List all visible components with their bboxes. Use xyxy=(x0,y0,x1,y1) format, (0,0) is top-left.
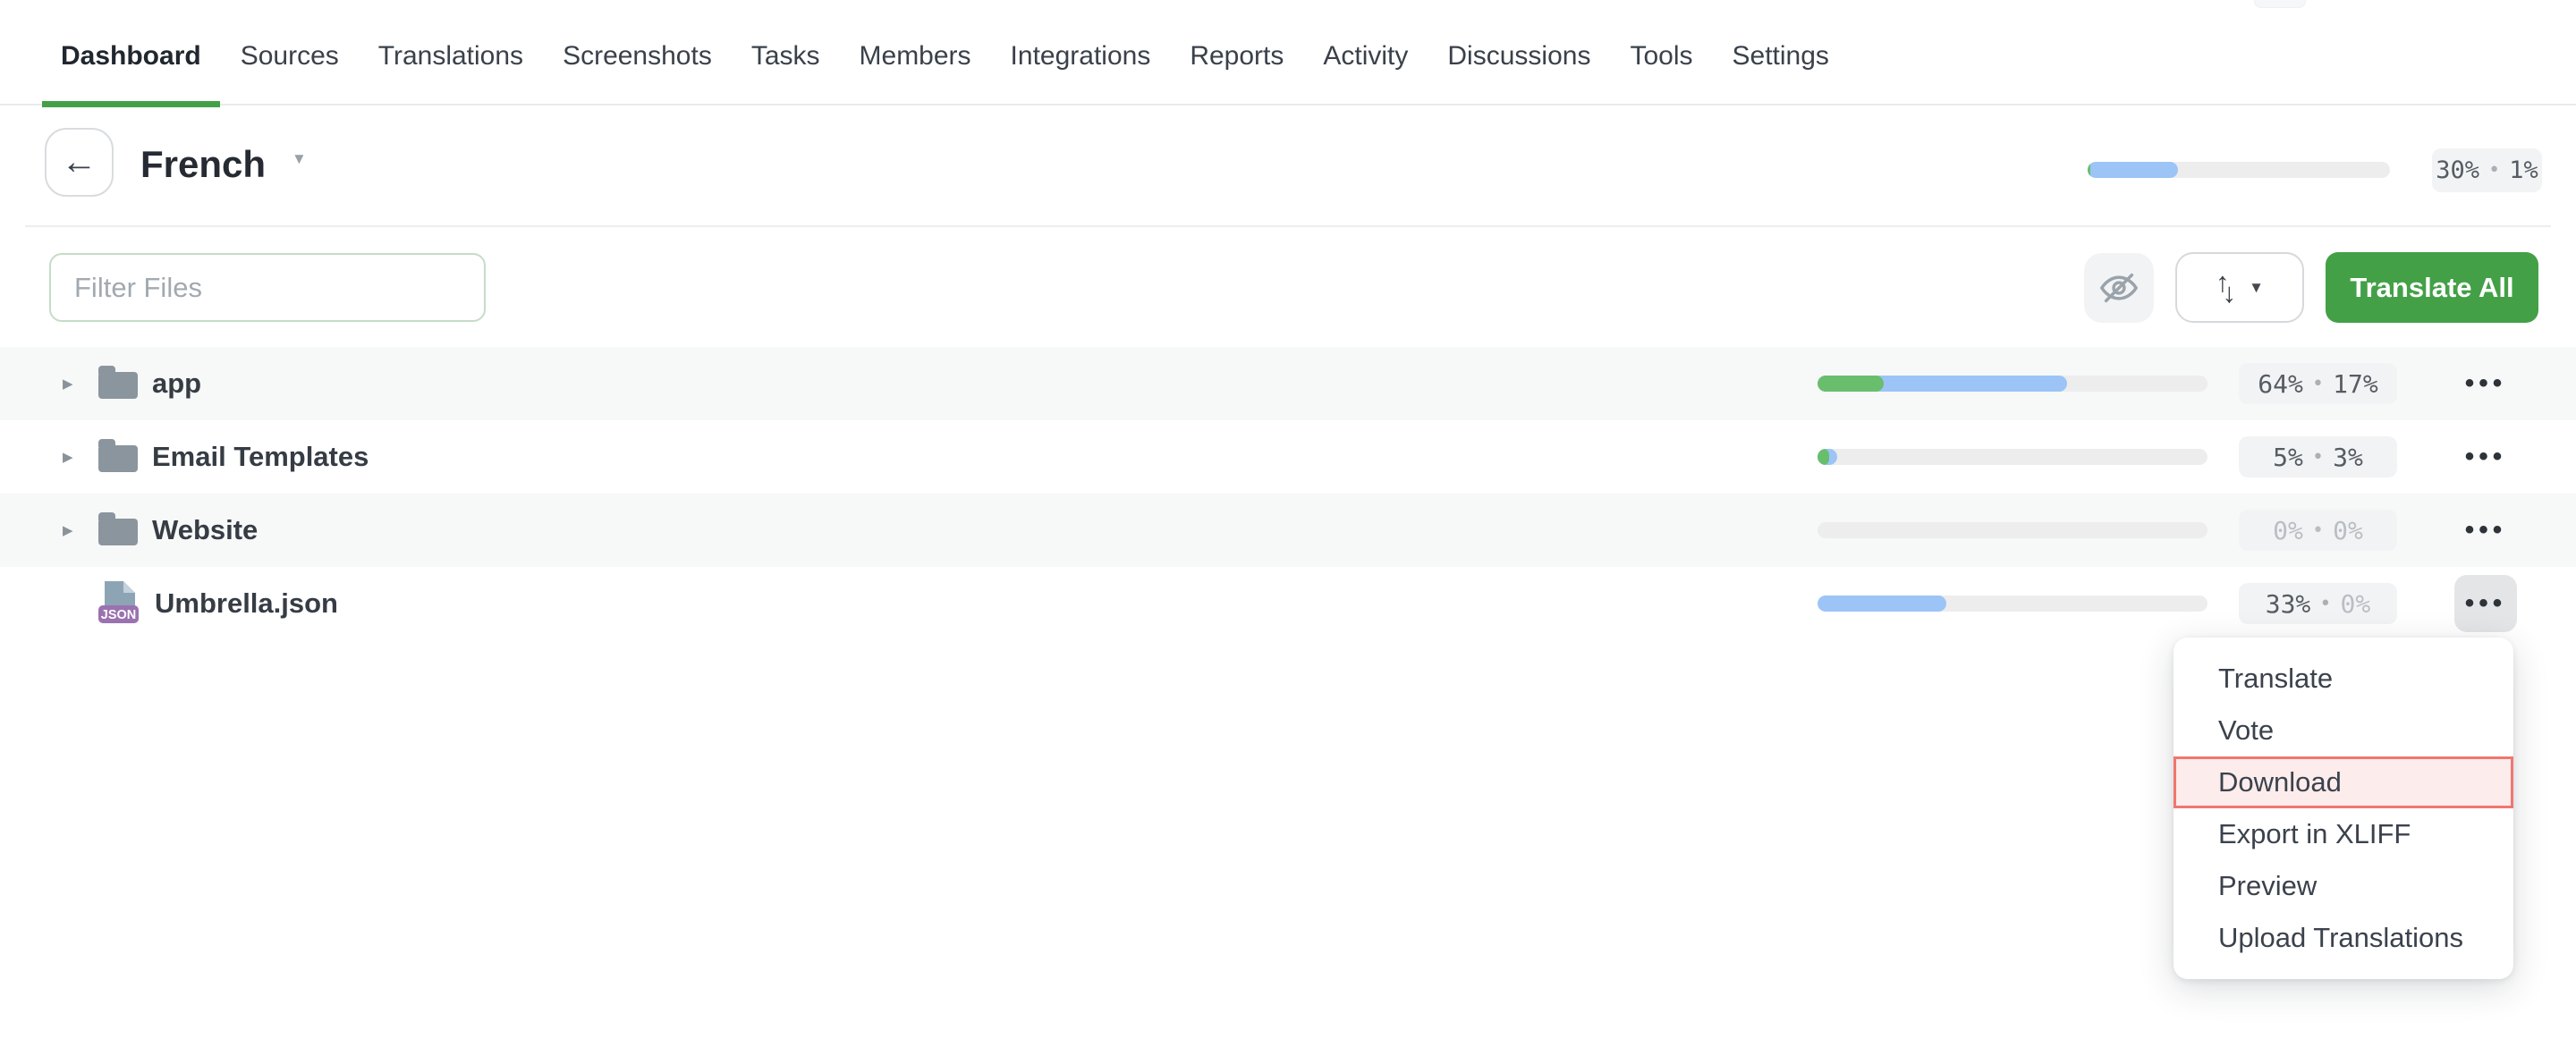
overall-progress-badge: 30% • 1% xyxy=(2432,148,2542,192)
eye-off-icon xyxy=(2098,267,2140,308)
expand-caret-icon[interactable]: ▶ xyxy=(63,420,73,494)
bullet-separator: • xyxy=(2312,446,2324,469)
bullet-separator: • xyxy=(2488,159,2500,182)
tab-screenshots[interactable]: Screenshots xyxy=(563,0,712,106)
row-more-button[interactable]: ••• xyxy=(2454,502,2517,559)
menu-item-upload-translations[interactable]: Upload Translations xyxy=(2174,912,2513,964)
tab-activity[interactable]: Activity xyxy=(1323,0,1408,106)
approved-percent: 1% xyxy=(2509,156,2538,184)
more-icon: ••• xyxy=(2465,442,2507,472)
menu-item-download[interactable]: Download xyxy=(2174,756,2513,808)
json-file-icon: JSON xyxy=(98,581,140,630)
expand-caret-icon[interactable]: ▶ xyxy=(63,494,73,567)
more-icon: ••• xyxy=(2465,515,2507,545)
language-dropdown-caret-icon[interactable]: ▼ xyxy=(292,150,307,168)
sort-button[interactable]: ↑↓ ▼ xyxy=(2175,252,2304,323)
files-toolbar: ↑↓ ▼ Translate All xyxy=(0,227,2576,347)
row-progress-badge: 33% • 0% xyxy=(2239,583,2397,624)
overall-progress-bar xyxy=(2088,162,2390,178)
tab-reports[interactable]: Reports xyxy=(1190,0,1284,106)
menu-item-vote[interactable]: Vote xyxy=(2174,705,2513,756)
tab-dashboard[interactable]: Dashboard xyxy=(61,0,201,106)
menu-item-translate[interactable]: Translate xyxy=(2174,653,2513,705)
tab-settings[interactable]: Settings xyxy=(1733,0,1829,106)
folder-icon xyxy=(98,372,138,399)
file-context-menu: Translate Vote Download Export in XLIFF … xyxy=(2174,638,2513,979)
sort-icon: ↑↓ xyxy=(2216,272,2229,304)
more-icon: ••• xyxy=(2465,588,2507,619)
translated-percent: 30% xyxy=(2436,156,2479,184)
file-name: Umbrella.json xyxy=(155,567,338,640)
language-header: ← French ▼ 30% • 1% xyxy=(0,107,2576,227)
folder-icon xyxy=(98,445,138,472)
row-more-button-active[interactable]: ••• xyxy=(2454,575,2517,632)
tab-translations[interactable]: Translations xyxy=(378,0,523,106)
more-icon: ••• xyxy=(2465,368,2507,399)
row-progress-bar xyxy=(1818,449,2207,465)
svg-text:JSON: JSON xyxy=(101,608,137,622)
file-list: ▶ app 64% • 17% ••• ▶ Email Templates xyxy=(0,347,2576,640)
row-progress-badge: 64% • 17% xyxy=(2239,363,2397,404)
row-progress-badge: 5% • 3% xyxy=(2239,436,2397,477)
bullet-separator: • xyxy=(2312,373,2324,395)
page-title: French xyxy=(140,139,266,190)
file-row-website[interactable]: ▶ Website 0% • 0% ••• xyxy=(0,494,2576,567)
file-row-app[interactable]: ▶ app 64% • 17% ••• xyxy=(0,347,2576,420)
bullet-separator: • xyxy=(2319,593,2331,615)
hide-completed-button[interactable] xyxy=(2084,253,2154,323)
back-button[interactable]: ← xyxy=(45,128,114,197)
expand-caret-icon[interactable]: ▶ xyxy=(63,347,73,420)
file-row-umbrella-json[interactable]: JSON Umbrella.json 33% • 0% ••• xyxy=(0,567,2576,640)
row-progress-bar xyxy=(1818,596,2207,612)
tab-tasks[interactable]: Tasks xyxy=(751,0,820,106)
menu-item-export-xliff[interactable]: Export in XLIFF xyxy=(2174,808,2513,860)
translate-all-button[interactable]: Translate All xyxy=(2326,252,2538,323)
tab-members[interactable]: Members xyxy=(860,0,971,106)
sort-caret-icon: ▼ xyxy=(2249,279,2264,297)
cutoff-element xyxy=(2254,0,2306,8)
tab-integrations[interactable]: Integrations xyxy=(1011,0,1151,106)
filter-files-input[interactable] xyxy=(49,253,486,322)
page: Dashboard Sources Translations Screensho… xyxy=(0,0,2576,1039)
row-progress-badge: 0% • 0% xyxy=(2239,510,2397,551)
tab-discussions[interactable]: Discussions xyxy=(1447,0,1590,106)
top-nav: Dashboard Sources Translations Screensho… xyxy=(0,0,2576,106)
file-name: app xyxy=(152,347,201,420)
file-row-email-templates[interactable]: ▶ Email Templates 5% • 3% ••• xyxy=(0,420,2576,494)
row-progress-bar xyxy=(1818,376,2207,392)
row-progress-bar xyxy=(1818,522,2207,538)
row-more-button[interactable]: ••• xyxy=(2454,428,2517,486)
file-name: Website xyxy=(152,494,258,567)
bullet-separator: • xyxy=(2312,520,2324,542)
tab-sources[interactable]: Sources xyxy=(241,0,339,106)
back-arrow-icon: ← xyxy=(62,142,97,182)
folder-icon xyxy=(98,519,138,545)
row-more-button[interactable]: ••• xyxy=(2454,355,2517,412)
tab-tools[interactable]: Tools xyxy=(1630,0,1692,106)
menu-item-preview[interactable]: Preview xyxy=(2174,860,2513,912)
file-name: Email Templates xyxy=(152,420,369,494)
